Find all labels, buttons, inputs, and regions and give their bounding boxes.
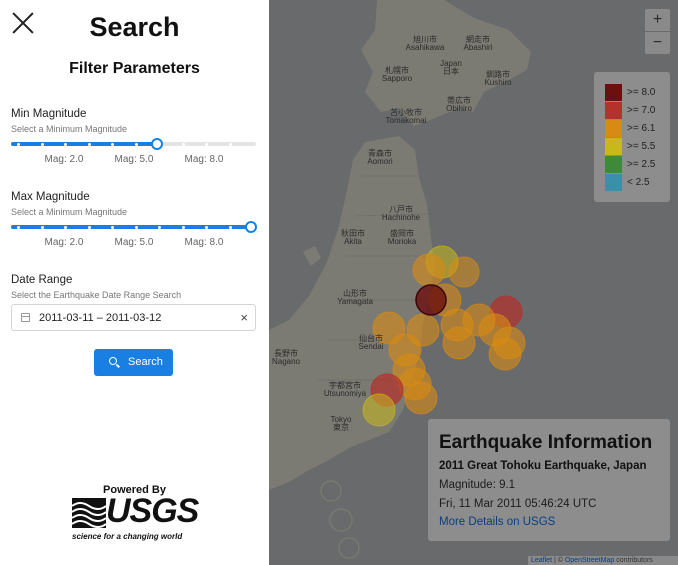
slider-tick [40, 143, 44, 146]
mark-label: Mag: 2.0 [44, 154, 84, 165]
max-magnitude-slider[interactable] [11, 220, 257, 234]
city-label: Tokyo 東京 [330, 415, 352, 433]
min-magnitude-slider[interactable] [11, 137, 256, 151]
city-label: 釧路市 Kushiro [484, 70, 512, 88]
city-label: 網走市 Abashiri [463, 35, 493, 53]
zoom-control: + − [644, 8, 671, 55]
date-range-label: Date Range [11, 274, 73, 286]
slider-tick [40, 226, 44, 229]
city-label: 青森市 Aomori [367, 149, 393, 167]
city-label: 八戸市 Hachinohe [381, 205, 421, 223]
legend-swatch [605, 174, 622, 191]
search-button-label: Search [128, 356, 163, 368]
map-attribution: Leaflet | © OpenStreetMap contributors [528, 556, 678, 565]
city-label: Japan 日本 [440, 59, 462, 77]
usgs-wave-icon [72, 498, 106, 528]
zoom-in-button[interactable]: + [645, 9, 670, 32]
slider-track [11, 225, 251, 229]
slider-tick [64, 226, 67, 229]
legend-swatch [605, 102, 622, 119]
city-label: 旭川市 Asahikawa [405, 35, 445, 53]
city-label: 仙台市 Sendai [358, 334, 384, 352]
earthquake-info-card: Earthquake Information 2011 Great Tohoku… [428, 419, 670, 541]
earthquake-magnitude: Magnitude: 9.1 [439, 479, 516, 491]
max-magnitude-label: Max Magnitude [11, 191, 90, 203]
legend-swatch [605, 138, 622, 155]
panel-title: Search [89, 12, 180, 42]
search-button[interactable]: Search [94, 349, 173, 376]
mark-label: Mag: 5.0 [114, 154, 154, 165]
slider-tick [205, 226, 208, 229]
slider-tick [87, 226, 91, 229]
slider-tick [205, 143, 208, 146]
usgs-logo: USGS [72, 492, 199, 530]
slider-tick [87, 143, 91, 146]
min-magnitude-thumb[interactable] [151, 138, 163, 150]
usgs-wordmark: USGS [106, 492, 199, 530]
zoom-out-button[interactable]: − [645, 32, 670, 55]
slider-tick [64, 143, 67, 146]
date-range-value: 2011-03-11 – 2011-03-12 [39, 312, 162, 324]
city-label: 帯広市 Obihiro [446, 96, 472, 114]
slider-tick [228, 226, 232, 229]
min-magnitude-hint: Select a Minimum Magnitude [11, 124, 128, 134]
leaflet-link[interactable]: Leaflet [531, 557, 552, 564]
city-label: 盛岡市 Morioka [387, 229, 417, 247]
mark-label: Mag: 8.0 [184, 237, 224, 248]
slider-tick [17, 226, 20, 229]
usgs-details-link[interactable]: More Details on USGS [439, 516, 555, 528]
city-label: 山形市 Yamagata [337, 289, 373, 307]
city-label: 秋田市 Akita [341, 229, 365, 247]
usgs-tagline: science for a changing world [72, 532, 183, 541]
slider-tick [228, 143, 232, 146]
legend-swatch [605, 84, 622, 101]
legend-swatch [605, 120, 622, 137]
city-label: 札幌市 Sapporo [381, 66, 413, 84]
legend-swatch [605, 156, 622, 173]
magnitude-legend: >= 8.0 >= 7.0 >= 6.1 >= 5.5 >= 2.5 < 2.5 [594, 72, 670, 202]
slider-tick [134, 226, 138, 229]
info-heading: Earthquake Information [439, 432, 653, 453]
city-label: 宇都宮市 Utsunomiya [323, 381, 367, 399]
mark-label: Mag: 8.0 [184, 154, 224, 165]
max-magnitude-thumb[interactable] [245, 221, 257, 233]
earthquake-name: 2011 Great Tohoku Earthquake, Japan [439, 460, 647, 472]
slider-tick [111, 143, 114, 146]
clear-date-button[interactable]: × [240, 310, 248, 325]
mark-label: Mag: 2.0 [44, 237, 84, 248]
filter-parameters-heading: Filter Parameters [69, 60, 200, 77]
calendar-icon [21, 313, 30, 322]
mark-label: Mag: 5.0 [114, 237, 154, 248]
earthquake-date: Fri, 11 Mar 2011 05:46:24 UTC [439, 498, 597, 510]
search-icon [109, 357, 117, 365]
slider-tick [111, 226, 114, 229]
date-range-input[interactable]: 2011-03-11 – 2011-03-12 × [11, 304, 256, 331]
min-magnitude-label: Min Magnitude [11, 108, 87, 120]
slider-tick [158, 226, 161, 229]
search-panel: Search Filter Parameters Min Magnitude S… [0, 0, 269, 565]
osm-link[interactable]: OpenStreetMap [565, 557, 614, 564]
city-label: 長野市 Nagano [271, 349, 301, 367]
city-label: 苫小牧市 Tomakomai [385, 108, 427, 126]
slider-tick [134, 143, 138, 146]
slider-tick [181, 143, 185, 146]
max-magnitude-hint: Select a Minimum Magnitude [11, 207, 128, 217]
date-range-hint: Select the Earthquake Date Range Search [11, 290, 182, 300]
slider-tick [17, 143, 20, 146]
slider-tick [181, 226, 185, 229]
